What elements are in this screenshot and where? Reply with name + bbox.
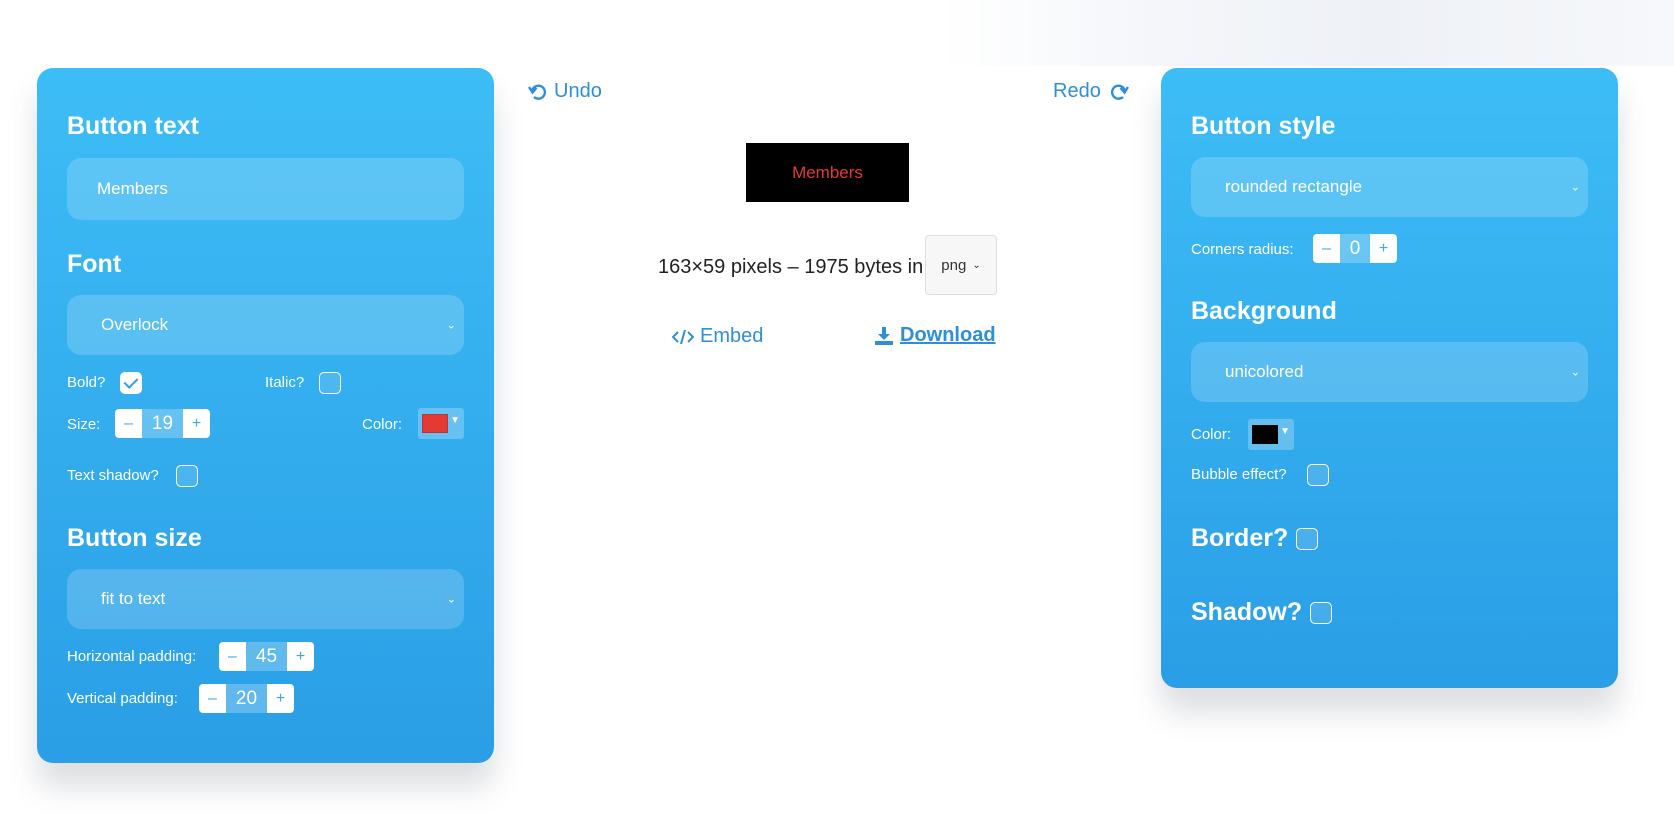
font-size-stepper: – 19 + — [115, 409, 210, 438]
italic-label: Italic? — [265, 374, 305, 391]
code-icon — [672, 329, 694, 344]
chevron-down-icon: ⌄ — [1570, 181, 1580, 194]
right-settings-panel: Button style rounded rectangle ⌄ Corners… — [1161, 68, 1618, 688]
corners-decrement-button[interactable]: – — [1313, 234, 1340, 263]
hpad-increment-button[interactable]: + — [287, 642, 314, 671]
button-text-value: Members — [97, 179, 168, 198]
chevron-down-icon: ⌄ — [446, 593, 456, 606]
background-heading: Background — [1191, 297, 1337, 325]
format-select[interactable]: png ⌄ — [925, 235, 997, 295]
font-color-swatch — [422, 414, 448, 433]
download-label: Download — [900, 324, 996, 346]
background-color-picker[interactable]: ▼ — [1248, 419, 1294, 450]
undo-icon — [528, 84, 547, 100]
vertical-padding-stepper: – 20 + — [199, 684, 294, 713]
shadow-label: Shadow? — [1191, 598, 1303, 626]
italic-checkbox[interactable] — [319, 372, 341, 394]
chevron-down-icon: ⌄ — [446, 319, 456, 332]
button-text-heading: Button text — [67, 112, 199, 140]
size-increment-button[interactable]: + — [183, 409, 210, 438]
background-select-value: unicolored — [1225, 362, 1304, 381]
button-size-heading: Button size — [67, 524, 202, 552]
border-checkbox[interactable] — [1296, 528, 1318, 550]
button-size-select-value: fit to text — [101, 589, 166, 608]
caret-down-icon: ▼ — [450, 415, 460, 426]
bold-label: Bold? — [67, 374, 106, 391]
size-decrement-button[interactable]: – — [115, 409, 142, 438]
bubble-effect-label: Bubble effect? — [1191, 466, 1287, 483]
vpad-value[interactable]: 20 — [226, 684, 267, 713]
background-color-label: Color: — [1191, 426, 1232, 443]
embed-label: Embed — [700, 325, 764, 347]
vpad-decrement-button[interactable]: – — [199, 684, 226, 713]
hpad-decrement-button[interactable]: – — [219, 642, 246, 671]
left-settings-panel: Button text Members Font Overlock ⌄ Bold… — [37, 68, 494, 763]
shadow-checkbox[interactable] — [1310, 602, 1332, 624]
bold-checkbox[interactable] — [120, 372, 142, 394]
corners-radius-stepper: – 0 + — [1313, 234, 1397, 263]
horizontal-padding-stepper: – 45 + — [219, 642, 314, 671]
button-style-select-value: rounded rectangle — [1225, 177, 1363, 196]
font-heading: Font — [67, 250, 122, 278]
redo-button[interactable]: Redo — [1053, 80, 1135, 103]
font-select-value: Overlock — [101, 315, 169, 334]
text-shadow-label: Text shadow? — [67, 467, 159, 484]
bubble-effect-checkbox[interactable] — [1307, 464, 1329, 486]
top-decoration — [940, 0, 1674, 66]
background-select[interactable]: unicolored ⌄ — [1191, 342, 1588, 402]
corners-increment-button[interactable]: + — [1370, 234, 1397, 263]
chevron-down-icon: ⌄ — [972, 259, 981, 271]
image-info-text: 163×59 pixels – 1975 bytes in — [658, 256, 924, 278]
undo-button[interactable]: Undo — [528, 80, 602, 103]
font-select[interactable]: Overlock ⌄ — [67, 295, 464, 355]
redo-icon — [1110, 84, 1129, 100]
redo-label: Redo — [1053, 80, 1101, 102]
text-shadow-checkbox[interactable] — [176, 465, 198, 487]
font-color-picker[interactable]: ▼ — [418, 408, 464, 439]
chevron-down-icon: ⌄ — [1570, 366, 1580, 379]
download-button[interactable]: Download — [874, 324, 996, 347]
hpad-value[interactable]: 45 — [246, 642, 287, 671]
background-color-swatch — [1252, 425, 1278, 444]
vertical-padding-label: Vertical padding: — [67, 690, 178, 707]
button-text-input[interactable]: Members — [67, 158, 464, 220]
corners-value[interactable]: 0 — [1340, 234, 1370, 263]
button-style-heading: Button style — [1191, 112, 1336, 140]
format-select-value: png — [941, 256, 967, 274]
border-label: Border? — [1191, 524, 1289, 552]
button-size-select[interactable]: fit to text ⌄ — [67, 569, 464, 629]
caret-down-icon: ▼ — [1280, 426, 1290, 437]
button-preview: Members — [746, 143, 909, 202]
size-label: Size: — [67, 416, 101, 433]
undo-label: Undo — [554, 80, 602, 102]
font-color-label: Color: — [362, 416, 403, 433]
corners-radius-label: Corners radius: — [1191, 241, 1294, 258]
download-icon — [875, 326, 893, 345]
horizontal-padding-label: Horizontal padding: — [67, 648, 197, 665]
vpad-increment-button[interactable]: + — [267, 684, 294, 713]
size-value[interactable]: 19 — [142, 409, 183, 438]
embed-button[interactable]: Embed — [672, 325, 763, 348]
button-style-select[interactable]: rounded rectangle ⌄ — [1191, 157, 1588, 217]
